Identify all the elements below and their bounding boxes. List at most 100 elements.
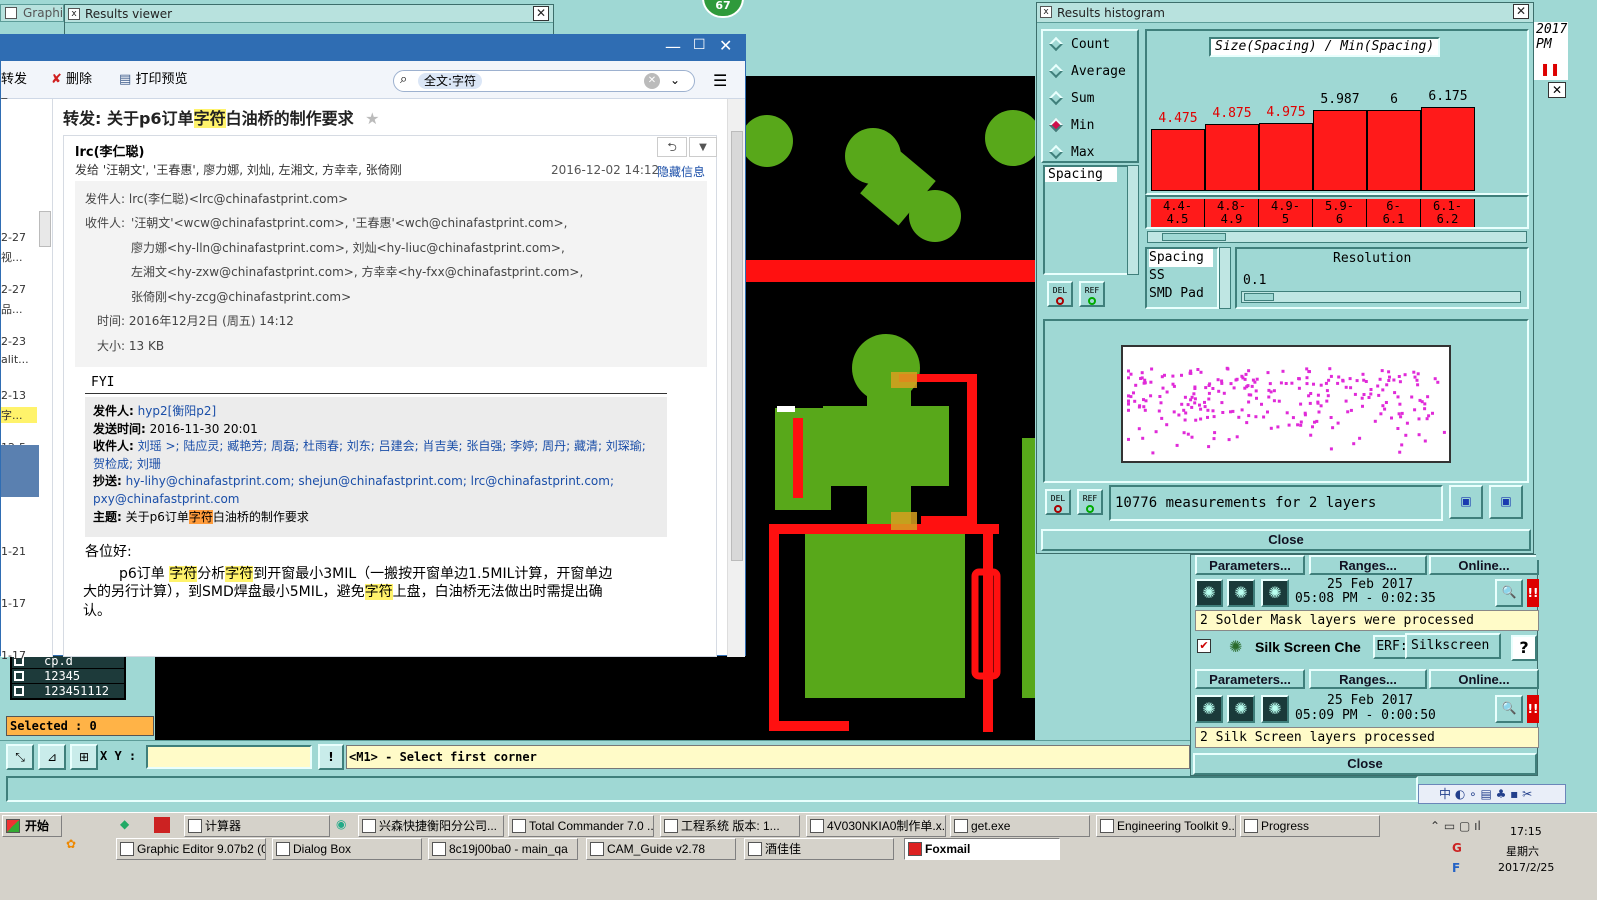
zoom-area-icon[interactable]: ⊿: [38, 744, 66, 770]
pause-icon[interactable]: ❚❚: [1540, 62, 1560, 76]
scroll-thumb[interactable]: [1162, 233, 1226, 241]
delete-button[interactable]: ✘ 删除: [51, 69, 107, 91]
maximize-icon[interactable]: ☐: [693, 37, 706, 53]
mode-average[interactable]: Average: [1043, 58, 1137, 85]
mail-list-date[interactable]: 字...: [1, 407, 37, 423]
taskbar-button[interactable]: 兴森快捷衡阳分公司...: [358, 815, 504, 837]
radio-icon[interactable]: [1048, 36, 1064, 52]
silk-checkbox[interactable]: ✔: [1197, 639, 1211, 653]
run-all-icon[interactable]: ✺: [1227, 579, 1255, 607]
run-icon[interactable]: ✺: [1195, 579, 1223, 607]
histogram-close-button[interactable]: Close: [1041, 529, 1531, 551]
checkbox-icon[interactable]: [14, 686, 24, 696]
stop-icon[interactable]: ✺: [1261, 695, 1289, 723]
run-icon[interactable]: ✺: [1195, 695, 1223, 723]
checkbox-icon[interactable]: [14, 671, 24, 681]
type-item-spacing[interactable]: Spacing: [1149, 249, 1213, 267]
run-all-icon[interactable]: ✺: [1227, 695, 1255, 723]
del-button-2[interactable]: DEL: [1045, 489, 1071, 515]
cam-layer-canvas[interactable]: [745, 76, 1035, 741]
taskbar-button[interactable]: Foxmail: [904, 838, 1060, 860]
mail-list-date[interactable]: 2-13: [1, 389, 37, 402]
results-viewer-titlebar[interactable]: x Results viewer ✕: [65, 5, 553, 23]
ime-toolbar[interactable]: 中 ◐ ∘ ▤ ♣ ▪ ✂: [1418, 784, 1566, 804]
taskbar-button[interactable]: Graphic Editor 9.07b2 (0...: [116, 838, 266, 860]
mail-scroll-thumb[interactable]: [731, 131, 743, 561]
histogram-bar[interactable]: [1259, 123, 1313, 191]
help-button[interactable]: ?: [1511, 635, 1537, 661]
taskbar-button[interactable]: CAM_Guide v2.78: [586, 838, 736, 860]
hide-info-link[interactable]: 隐藏信息: [657, 163, 705, 180]
list-item-spacing[interactable]: Spacing: [1045, 167, 1117, 182]
ranges-button-2[interactable]: Ranges...: [1309, 669, 1427, 689]
radio-icon[interactable]: [1048, 63, 1064, 79]
taskbar-button[interactable]: Total Commander 7.0 ...: [508, 815, 654, 837]
zoom-fit-icon[interactable]: ⤡: [6, 744, 34, 770]
mode-count[interactable]: Count: [1043, 31, 1137, 58]
print-preview-button[interactable]: ▤ 打印预览: [119, 69, 209, 91]
online-button[interactable]: Online...: [1429, 555, 1539, 575]
mail-list-date[interactable]: 2-23: [1, 335, 37, 348]
mode-sum[interactable]: Sum: [1043, 85, 1137, 112]
xy-input[interactable]: [146, 745, 312, 769]
online-button-2[interactable]: Online...: [1429, 669, 1539, 689]
histogram-bar[interactable]: [1313, 110, 1367, 191]
graphic-window-titlebar[interactable]: Graphi: [0, 4, 64, 22]
clock-time[interactable]: 17:15: [1510, 825, 1542, 838]
menu-icon[interactable]: ☰: [713, 71, 727, 90]
g-icon[interactable]: G: [1452, 841, 1462, 855]
scatter-plot[interactable]: [1121, 345, 1451, 463]
layer-row[interactable]: 123451112: [12, 684, 124, 698]
zoom-icon[interactable]: 🔍: [1495, 579, 1523, 607]
stop-icon[interactable]: ✺: [1261, 579, 1289, 607]
mode-min[interactable]: Min: [1043, 112, 1137, 139]
measure-list[interactable]: Spacing: [1043, 165, 1133, 275]
list-scrollbar[interactable]: [1127, 165, 1139, 275]
mail-list-date[interactable]: 视...: [1, 249, 37, 265]
histogram-titlebar[interactable]: x Results histogram ✕: [1037, 3, 1533, 23]
mail-titlebar[interactable]: [1, 35, 745, 61]
resolution-slider[interactable]: [1241, 291, 1521, 303]
star-icon[interactable]: ★: [365, 109, 379, 128]
q-to-value[interactable]: 刘瑶 >; 陆应灵; 臧艳芳; 周磊; 杜雨春; 刘东; 吕建会; 肖吉美; 张…: [138, 439, 646, 453]
mail-scrollbar[interactable]: [727, 99, 745, 657]
mail-list-scrollbar[interactable]: [39, 211, 51, 247]
mail-list-date[interactable]: 1-17: [1, 597, 37, 610]
taskbar-button[interactable]: Progress: [1240, 815, 1380, 837]
layer-row[interactable]: 12345: [12, 669, 124, 683]
radio-icon[interactable]: [1048, 144, 1064, 160]
alert-icon[interactable]: !: [318, 744, 344, 770]
parameters-button[interactable]: Parameters...: [1195, 555, 1305, 575]
ref-button-2[interactable]: REF: [1077, 489, 1103, 515]
close-icon[interactable]: ✕: [719, 36, 732, 55]
clear-search-icon[interactable]: ✕: [644, 73, 660, 89]
mail-list-date[interactable]: 2-27: [1, 283, 37, 296]
quick-launch-icon[interactable]: ◆: [120, 817, 136, 833]
export-icon[interactable]: ▣: [1449, 485, 1483, 519]
tray-icons[interactable]: ⌃ ▭ ▢ ıl: [1430, 819, 1481, 833]
sender-name[interactable]: lrc(李仁聪): [75, 141, 144, 160]
mail-list-selected[interactable]: [1, 445, 39, 497]
slider-thumb[interactable]: [1244, 293, 1274, 301]
radio-icon[interactable]: [1048, 90, 1064, 106]
mail-list-date[interactable]: 品...: [1, 301, 37, 317]
right-close-icon[interactable]: ✕: [1548, 82, 1566, 98]
histogram-bar[interactable]: [1421, 107, 1475, 191]
search-options-icon[interactable]: ⌄: [670, 73, 680, 87]
close-icon[interactable]: ✕: [1513, 4, 1529, 19]
color-icon[interactable]: ✿: [66, 837, 76, 851]
search-scope-chip[interactable]: 全文:字符: [418, 73, 483, 89]
mail-search-box[interactable]: ⌕ 全文:字符 ✕ ⌄: [393, 70, 695, 92]
histogram-bar[interactable]: [1367, 110, 1421, 191]
taskbar-button[interactable]: 计算器: [184, 815, 330, 837]
ref-button[interactable]: REF: [1079, 281, 1105, 307]
grid-icon[interactable]: ⊞: [70, 744, 98, 770]
taskbar-button[interactable]: Engineering Toolkit 9....: [1096, 815, 1236, 837]
mail-list-date[interactable]: 2-27: [1, 231, 37, 244]
taskbar-button[interactable]: 工程系统 版本: 1...: [660, 815, 800, 837]
start-button[interactable]: 开始: [2, 815, 62, 837]
more-icon[interactable]: ▼: [689, 137, 717, 157]
type-scrollbar[interactable]: [1219, 247, 1231, 309]
forward-button[interactable]: 转发 ▾: [1, 69, 37, 109]
f-icon[interactable]: F: [1452, 861, 1460, 875]
